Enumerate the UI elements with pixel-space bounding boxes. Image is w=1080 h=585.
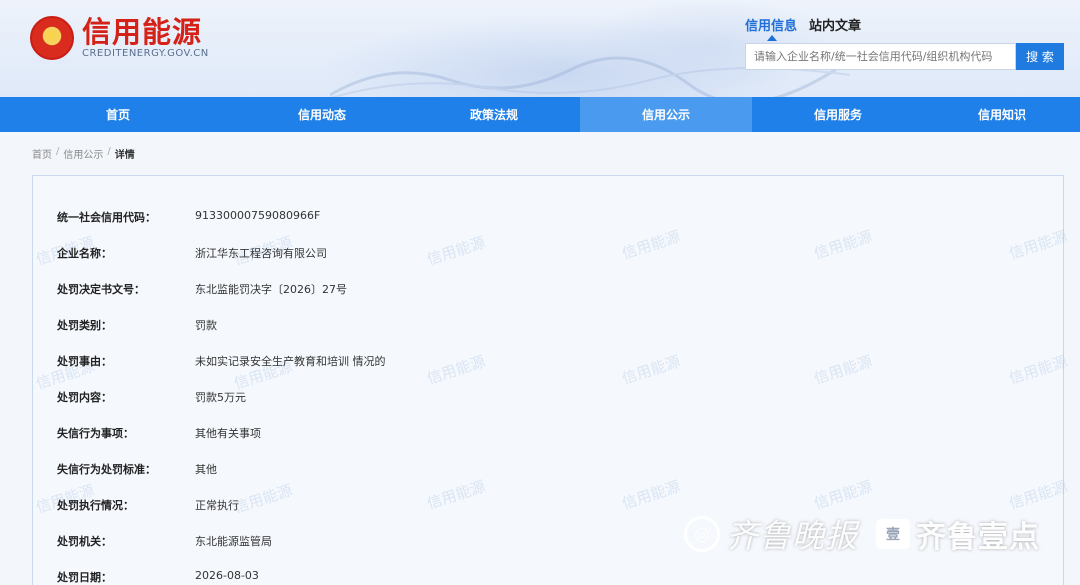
detail-label: 处罚内容：: [57, 391, 112, 404]
nav-item-policies[interactable]: 政策法规: [408, 97, 580, 132]
detail-label: 统一社会信用代码：: [57, 211, 156, 224]
site-subtitle: CREDITENERGY.GOV.CN: [82, 48, 209, 59]
watermark-text: 信用能源: [811, 227, 875, 263]
detail-value: 东北能源监管局: [195, 535, 272, 548]
brand-circle-icon: ◎: [684, 516, 720, 552]
watermark-text: 信用能源: [619, 227, 683, 263]
breadcrumb-current: 详情: [114, 150, 135, 161]
detail-value: 罚款5万元: [195, 391, 246, 404]
search-input[interactable]: [745, 43, 1016, 70]
detail-label: 处罚日期：: [57, 571, 112, 584]
search-button[interactable]: 搜 索: [1016, 43, 1064, 70]
detail-row-decision-number: 处罚决定书文号： 东北监能罚决字〔2026〕27号: [57, 281, 347, 297]
search-tab-site-articles[interactable]: 站内文章: [809, 15, 861, 34]
detail-value: 罚款: [195, 319, 217, 332]
media-brand-watermark: ◎ 齐鲁晚报 壹 齐鲁壹点: [684, 511, 1040, 557]
nav-item-home[interactable]: 首页: [0, 97, 236, 132]
watermark-text: 信用能源: [424, 352, 488, 388]
breadcrumb: 首页 / 信用公示 / 详情: [32, 146, 135, 161]
nav-item-credit-services[interactable]: 信用服务: [752, 97, 924, 132]
nav-item-credit-knowledge[interactable]: 信用知识: [924, 97, 1080, 132]
main-nav: 首页 信用动态 政策法规 信用公示 信用服务 信用知识: [0, 97, 1080, 132]
detail-value: 其他: [195, 463, 217, 476]
watermark-text: 信用能源: [424, 233, 488, 269]
detail-value: 未如实记录安全生产教育和培训 情况的: [195, 355, 386, 368]
detail-label: 处罚决定书文号：: [57, 283, 145, 296]
site-header: ★ 信用能源 CREDITENERGY.GOV.CN 信用信息 站内文章 搜 索: [0, 0, 1080, 97]
detail-value: 91330000759080966F: [195, 209, 321, 222]
detail-row-company-name: 企业名称： 浙江华东工程咨询有限公司: [57, 245, 327, 261]
breadcrumb-home[interactable]: 首页: [32, 146, 52, 161]
breadcrumb-credit-disclosure[interactable]: 信用公示: [63, 146, 103, 161]
watermark-text: 信用能源: [1006, 352, 1070, 388]
detail-label: 企业名称：: [57, 247, 112, 260]
detail-label: 处罚执行情况：: [57, 499, 134, 512]
detail-row-authority: 处罚机关： 东北能源监管局: [57, 533, 272, 549]
site-logo[interactable]: ★ 信用能源 CREDITENERGY.GOV.CN: [30, 16, 209, 60]
detail-label: 失信行为处罚标准：: [57, 463, 156, 476]
detail-row-penalty-type: 处罚类别： 罚款: [57, 317, 217, 333]
watermark-text: 信用能源: [1006, 227, 1070, 263]
watermark-text: 信用能源: [424, 477, 488, 513]
search-tab-credit-info[interactable]: 信用信息: [745, 15, 797, 41]
detail-value: 2026-08-03: [195, 569, 259, 582]
breadcrumb-separator: /: [56, 146, 60, 157]
detail-value: 东北监能罚决字〔2026〕27号: [195, 283, 347, 296]
detail-row-credit-code: 统一社会信用代码： 91330000759080966F: [57, 209, 320, 225]
breadcrumb-separator: /: [107, 146, 111, 157]
watermark-text: 信用能源: [619, 352, 683, 388]
detail-label: 处罚类别：: [57, 319, 112, 332]
detail-row-penalty-date: 处罚日期： 2026-08-03: [57, 569, 259, 585]
detail-row-penalty-content: 处罚内容： 罚款5万元: [57, 389, 246, 405]
detail-row-penalty-standard: 失信行为处罚标准： 其他: [57, 461, 217, 477]
detail-value: 正常执行: [195, 499, 239, 512]
watermark-text: 信用能源: [231, 481, 295, 517]
brand-box-icon: 壹: [876, 519, 911, 549]
detail-label: 处罚机关：: [57, 535, 112, 548]
detail-value: 浙江华东工程咨询有限公司: [195, 247, 327, 260]
detail-label: 处罚事由：: [57, 355, 112, 368]
brand-left-text: 齐鲁晚报: [726, 517, 859, 555]
watermark-text: 信用能源: [1006, 477, 1070, 513]
national-emblem-icon: ★: [30, 16, 74, 60]
watermark-text: 信用能源: [811, 352, 875, 388]
detail-value: 其他有关事项: [195, 427, 261, 440]
watermark-text: 信用能源: [619, 477, 683, 513]
watermark-text: 信用能源: [811, 477, 875, 513]
detail-label: 失信行为事项：: [57, 427, 134, 440]
detail-row-penalty-reason: 处罚事由： 未如实记录安全生产教育和培训 情况的: [57, 353, 386, 369]
nav-item-credit-news[interactable]: 信用动态: [236, 97, 408, 132]
nav-item-credit-disclosure[interactable]: 信用公示: [580, 97, 752, 132]
detail-row-dishonest-matter: 失信行为事项： 其他有关事项: [57, 425, 261, 441]
brand-right-text: 齐鲁壹点: [916, 520, 1041, 555]
search-area: 信用信息 站内文章 搜 索: [745, 15, 1064, 70]
detail-row-execution-status: 处罚执行情况： 正常执行: [57, 497, 239, 513]
site-title: 信用能源: [82, 15, 203, 49]
